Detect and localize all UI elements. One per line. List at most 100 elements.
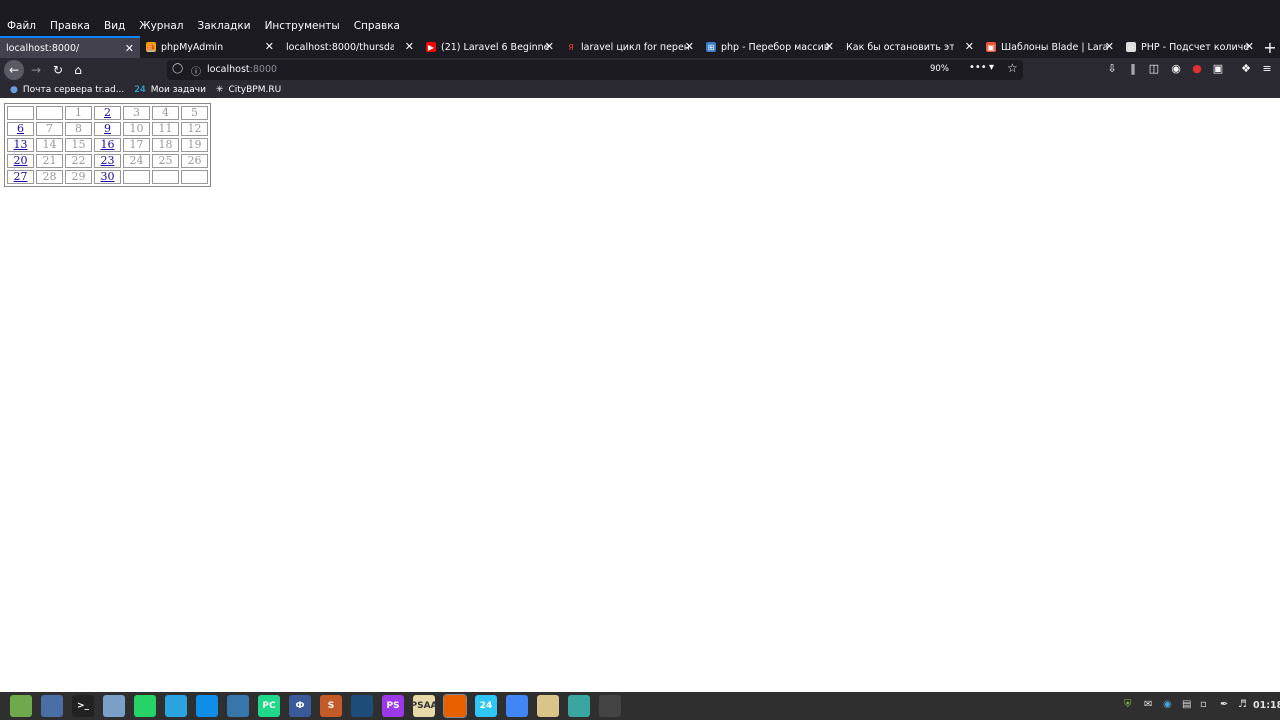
telegram-icon[interactable] [165, 695, 187, 717]
tab[interactable]: ▶ (21) Laravel 6 Beginner - ✕ [420, 36, 560, 58]
mysql-workbench-icon[interactable] [351, 695, 373, 717]
tab[interactable]: ‹› PHP - Подсчет количест ✕ [1120, 36, 1260, 58]
tab[interactable]: localhost:8000/thursday ✕ [280, 36, 420, 58]
close-icon[interactable]: ✕ [825, 40, 834, 53]
library-icon[interactable]: ‖ [1126, 62, 1140, 75]
network-tray-icon[interactable]: ▤ [1182, 699, 1191, 710]
chromium-tray-icon[interactable]: ◉ [1163, 699, 1172, 710]
close-icon[interactable]: ✕ [1245, 40, 1254, 53]
clock[interactable]: 01:18 [1253, 700, 1280, 711]
forward-button[interactable]: → [26, 60, 46, 80]
tab-label: localhost:8000/thursday [286, 41, 394, 53]
menu-view[interactable]: Вид [97, 20, 132, 32]
tab-label: Шаблоны Blade | Larave [1001, 41, 1109, 53]
close-icon[interactable]: ✕ [1105, 40, 1114, 53]
calendar-day-link[interactable]: 20 [7, 154, 34, 168]
arrow-left-icon: ← [8, 63, 20, 77]
screenshot-icon[interactable]: ▣ [1211, 62, 1225, 75]
tracking-protection-icon[interactable]: ◯ [172, 63, 183, 74]
menu-bookmarks[interactable]: Закладки [190, 20, 257, 32]
close-icon[interactable]: ✕ [965, 40, 974, 53]
bitrix24-icon[interactable]: 24 [475, 695, 497, 717]
calendar-day-link[interactable]: 2 [94, 106, 121, 120]
calendar-day-link[interactable]: 6 [7, 122, 34, 136]
calendar-cell-empty [36, 106, 63, 120]
pycharm-icon[interactable]: PC [258, 695, 280, 717]
site-info-icon[interactable]: ⓘ [191, 63, 201, 78]
reload-icon: ↻ [52, 63, 64, 77]
terminal-icon[interactable]: >_ [72, 695, 94, 717]
russian-flag-icon[interactable]: ▫ [1200, 699, 1207, 710]
notes-icon[interactable] [537, 695, 559, 717]
menu-tools[interactable]: Инструменты [258, 20, 347, 32]
obs-icon[interactable] [599, 695, 621, 717]
calendar-day: 7 [36, 122, 63, 136]
fbreader-icon[interactable]: Ф [289, 695, 311, 717]
close-icon[interactable]: ✕ [685, 40, 694, 53]
volume-tray-icon[interactable]: ♬ [1238, 699, 1247, 710]
chat-tray-icon[interactable]: ✉ [1144, 699, 1152, 710]
tab[interactable]: Как бы остановить этот ци ✕ [840, 36, 980, 58]
tab[interactable]: ▣ Шаблоны Blade | Larave ✕ [980, 36, 1120, 58]
bookmark-item[interactable]: 24 Мои задачи [134, 85, 206, 95]
whatsapp-icon[interactable] [134, 695, 156, 717]
phpstorm-icon[interactable]: PS [382, 695, 404, 717]
calendar-day-link[interactable]: 16 [94, 138, 121, 152]
new-tab-button[interactable]: + [1260, 36, 1280, 58]
zoom-level[interactable]: 90% [927, 63, 952, 75]
pen-tray-icon[interactable]: ✒ [1220, 699, 1228, 710]
star-icon: ✳ [215, 85, 224, 95]
firefox-icon[interactable] [443, 694, 467, 718]
reload-button[interactable]: ↻ [48, 60, 68, 80]
files-icon[interactable] [103, 695, 125, 717]
shield-tray-icon[interactable]: ⛨ [1124, 699, 1132, 710]
menu-file[interactable]: Файл [0, 20, 43, 32]
close-icon[interactable]: ✕ [545, 40, 554, 53]
menu-history[interactable]: Журнал [132, 20, 190, 32]
calendar-day: 17 [123, 138, 150, 152]
sublime-icon[interactable]: S [320, 695, 342, 717]
extensions-puzzle-icon[interactable]: ❖ [1239, 62, 1253, 75]
calendar-row: 13 14 15 16 17 18 19 [7, 138, 208, 152]
account-icon[interactable]: ◉ [1169, 62, 1183, 75]
desktop-icon[interactable] [41, 695, 63, 717]
bookmark-item[interactable]: ✳ CityBPM.RU [216, 85, 281, 95]
address-bar[interactable]: ◯ ⓘ localhost:8000 90% ••• ▾ ☆ [167, 60, 1023, 80]
calendar-day: 1 [65, 106, 92, 120]
close-icon[interactable]: ✕ [125, 42, 134, 55]
system-monitor-icon[interactable] [568, 695, 590, 717]
pocket-icon[interactable]: ▾ [989, 62, 994, 73]
extension-icon[interactable]: ● [1190, 62, 1204, 75]
downloads-icon[interactable]: ⇩ [1105, 62, 1119, 75]
calendar-day-link[interactable]: 13 [7, 138, 34, 152]
bookmark-star-icon[interactable]: ☆ [1007, 61, 1018, 75]
tab[interactable]: ⊞ php - Перебор массива ✕ [700, 36, 840, 58]
tab[interactable]: localhost:8000/ ✕ [0, 36, 140, 58]
close-icon[interactable]: ✕ [405, 40, 414, 53]
psaa-icon[interactable]: PSAA [411, 695, 438, 717]
mint-menu-icon[interactable] [10, 695, 32, 717]
calendar-day-link[interactable]: 23 [94, 154, 121, 168]
sidebar-icon[interactable]: ◫ [1147, 62, 1161, 75]
youtube-icon: ▶ [426, 42, 436, 52]
menu-help[interactable]: Справка [347, 20, 407, 32]
teamviewer-icon[interactable] [196, 695, 218, 717]
close-icon[interactable]: ✕ [265, 40, 274, 53]
tab-label: localhost:8000/ [6, 42, 80, 54]
url-text[interactable]: localhost:8000 [207, 64, 277, 75]
bookmark-item[interactable]: ● Почта сервера tr.ad... [10, 85, 124, 95]
calendar-day-link[interactable]: 27 [7, 170, 34, 184]
calendar-day-link[interactable]: 30 [94, 170, 121, 184]
calendar-day: 25 [152, 154, 179, 168]
back-button[interactable]: ← [4, 60, 24, 80]
calendar-day-link[interactable]: 9 [94, 122, 121, 136]
chromium-icon[interactable] [506, 695, 528, 717]
python-icon[interactable] [227, 695, 249, 717]
tab[interactable]: ⛵ phpMyAdmin ✕ [140, 36, 280, 58]
page-actions-icon[interactable]: ••• [969, 62, 987, 73]
calendar-row: 12345 [7, 106, 208, 120]
home-button[interactable]: ⌂ [68, 60, 88, 80]
menu-edit[interactable]: Правка [43, 20, 97, 32]
hamburger-menu-icon[interactable]: ≡ [1260, 62, 1274, 75]
tab[interactable]: Яlaravel цикл for перенос✕ [560, 36, 700, 58]
